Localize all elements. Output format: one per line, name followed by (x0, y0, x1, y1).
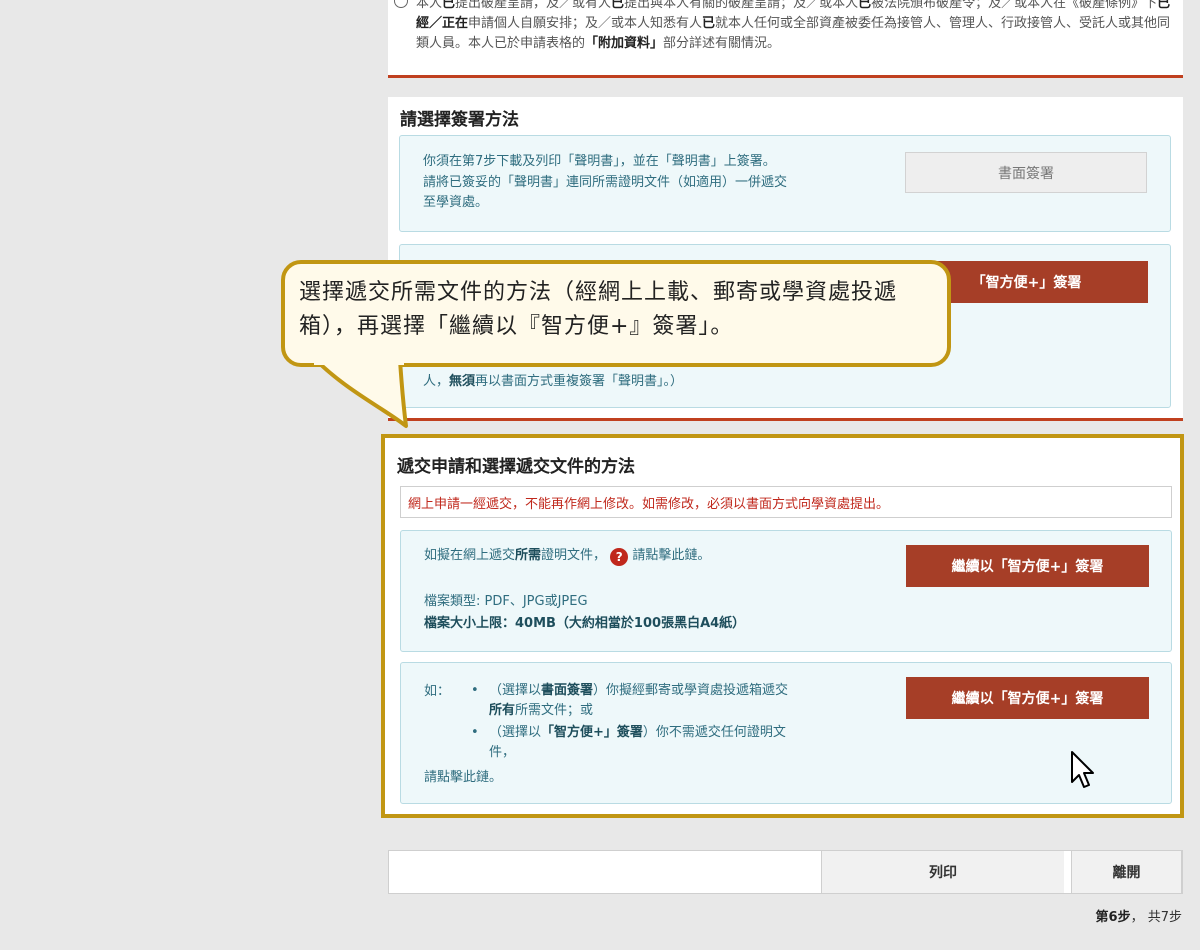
paper-sign-instructions: 你須在第7步下載及列印「聲明書」，並在「聲明書」上簽署。 請將已簽妥的「聲明書」… (423, 151, 787, 213)
option-paper: （選擇以書面簽署）你擬經郵寄或學資處投遞箱遞交所有所需文件；或 (467, 681, 857, 721)
other-submit-box: 如： （選擇以書面簽署）你擬經郵寄或學資處投遞箱遞交所有所需文件；或 （選擇以「… (400, 662, 1172, 804)
paper-sign-line-1: 你須在第7步下載及列印「聲明書」，並在「聲明書」上簽署。 (423, 154, 776, 169)
upload-prefix: 如擬在網上遞交 (424, 548, 516, 563)
section-title-submit: 遞交申請和選擇遞交文件的方法 (397, 457, 635, 477)
opt1-d: 所有 (489, 703, 516, 718)
other-label: 如： (424, 684, 451, 699)
iamsmart-note: 人，無須再以書面方式重複簽署「聲明書」。） (423, 371, 683, 393)
declaration-segment: 提出與本人有關的破產呈請；及／或本人 (624, 0, 859, 11)
mouse-pointer-icon (1071, 751, 1094, 788)
opt2-b: 「智方便+」簽署 (541, 725, 643, 740)
declaration-segment: 「附加資料」 (585, 36, 664, 51)
other-click-link[interactable]: 請點擊此鏈。 (424, 767, 502, 789)
opt1-a: （選擇以 (489, 683, 542, 698)
opt2-c: ）你不需遞交任何證明文 (642, 725, 786, 740)
upload-online-box: 如擬在網上遞交所需證明文件， ? 請點擊此鏈。 檔案類型: PDF、JPG或JP… (400, 530, 1172, 652)
step-current: 第6步 (1095, 910, 1131, 925)
submit-warning: 網上申請一經遞交，不能再作網上修改。如需修改，必須以書面方式向學資處提出。 (400, 486, 1172, 518)
upload-bold: 所需 (515, 548, 542, 563)
upload-link[interactable]: 請點擊此鏈。 (632, 548, 710, 563)
declaration-segment: 已 (442, 0, 456, 11)
iamsmart-note-bold: 無須 (449, 374, 476, 389)
paper-sign-line-3: 至學資處。 (423, 195, 489, 210)
declaration-segment: 已 (702, 16, 716, 31)
footer-bar: 列印 離開 (388, 850, 1183, 894)
declaration-segment: 已 (611, 0, 625, 11)
opt1-b: 書面簽署 (541, 683, 594, 698)
upload-mid: 證明文件， (541, 548, 607, 563)
callout-tail (314, 360, 408, 428)
opt2-d: 件， (489, 745, 516, 760)
file-type-info: 檔案類型: PDF、JPG或JPEG (424, 594, 588, 609)
question-icon[interactable]: ? (610, 548, 629, 566)
opt1-c: ）你擬經郵寄或學資處投遞箱遞交 (593, 683, 789, 698)
bankruptcy-radio[interactable] (394, 0, 408, 8)
other-options-list: （選擇以書面簽署）你擬經郵寄或學資處投遞箱遞交所有所需文件；或 （選擇以「智方便… (467, 681, 857, 763)
file-size-info: 檔案大小上限：40MB（大約相當於100張黑白A4紙） (424, 616, 746, 631)
declaration-segment: 申請個人自願安排；及／或本人知悉有人 (468, 16, 703, 31)
step-indicator: 第6步， 共7步 (1096, 906, 1182, 925)
print-button[interactable]: 列印 (821, 851, 1064, 893)
paper-sign-line-2: 請將已簽妥的「聲明書」連同所需證明文件（如適用）一併遞交 (423, 175, 788, 190)
declaration-segment: 被法院頒布破產令；及／或本人在《破產條例》下 (871, 0, 1158, 11)
continue-iamsmart-button-1[interactable]: 繼續以「智方便+」簽署 (906, 545, 1149, 587)
paper-sign-box: 你須在第7步下載及列印「聲明書」，並在「聲明書」上簽署。 請將已簽妥的「聲明書」… (399, 135, 1171, 232)
bankruptcy-declaration-panel: 本人已提出破產呈請，及／或有人已提出與本人有關的破產呈請；及／或本人已被法院頒布… (388, 0, 1183, 78)
iamsmart-note-prefix: 人， (423, 374, 450, 389)
declaration-segment: 已 (858, 0, 872, 11)
tutorial-callout: 選擇遞交所需文件的方法（經網上上載、郵寄或學資處投遞箱），再選擇「繼續以『智方便… (281, 260, 951, 367)
declaration-segment: 部分詳述有關情況。 (663, 36, 781, 51)
section-title-signing: 請選擇簽署方法 (400, 110, 519, 130)
option-iamsmart: （選擇以「智方便+」簽署）你不需遞交任何證明文件， (467, 723, 857, 763)
iamsmart-note-suffix: 再以書面方式重複簽署「聲明書」。） (475, 374, 684, 389)
callout-text: 選擇遞交所需文件的方法（經網上上載、郵寄或學資處投遞箱），再選擇「繼續以『智方便… (299, 280, 898, 339)
bankruptcy-declaration-text: 本人已提出破產呈請，及／或有人已提出與本人有關的破產呈請；及／或本人已被法院頒布… (416, 0, 1176, 54)
upload-instructions: 如擬在網上遞交所需證明文件， ? 請點擊此鏈。 (424, 545, 710, 567)
exit-button[interactable]: 離開 (1071, 851, 1182, 893)
signing-method-section: 請選擇簽署方法 你須在第7步下載及列印「聲明書」，並在「聲明書」上簽署。 請將已… (388, 97, 1183, 421)
opt1-e: 所需文件；或 (515, 703, 594, 718)
declaration-segment: 提出破產呈請，及／或有人 (455, 0, 612, 11)
continue-iamsmart-button-2[interactable]: 繼續以「智方便+」簽署 (906, 677, 1149, 719)
paper-sign-button[interactable]: 書面簽署 (905, 152, 1147, 193)
step-total: ， 共7步 (1130, 910, 1182, 925)
opt2-a: （選擇以 (489, 725, 542, 740)
submit-application-section: 遞交申請和選擇遞交文件的方法 網上申請一經遞交，不能再作網上修改。如需修改，必須… (381, 434, 1184, 818)
declaration-segment: 本人 (416, 0, 443, 11)
